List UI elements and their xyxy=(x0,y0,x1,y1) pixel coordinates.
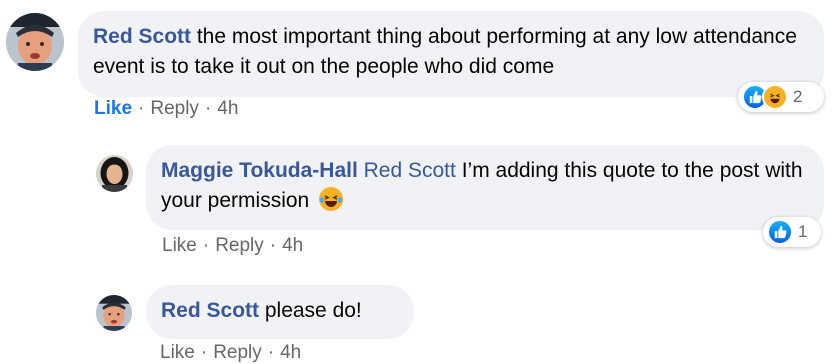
separator: · xyxy=(200,342,208,363)
haha-icon xyxy=(762,84,788,110)
like-button[interactable]: Like xyxy=(162,235,197,256)
comment-bubble: Maggie Tokuda-Hall Red Scott I’m adding … xyxy=(146,145,824,230)
comment-author[interactable]: Red Scott xyxy=(93,25,191,48)
avatar-red-scott[interactable] xyxy=(96,295,132,331)
comment-actions: Like · Reply · 4h xyxy=(94,98,238,120)
reply-button[interactable]: Reply xyxy=(213,342,262,363)
comment-actions: Like · Reply · 4h xyxy=(162,235,303,257)
separator: · xyxy=(267,342,275,363)
mention-link[interactable]: Red Scott xyxy=(364,159,456,182)
reaction-count: 2 xyxy=(793,87,803,106)
avatar-image xyxy=(96,155,133,192)
reaction-summary[interactable]: 2 xyxy=(738,82,824,112)
timestamp[interactable]: 4h xyxy=(280,342,301,363)
reaction-summary[interactable]: 1 xyxy=(763,217,821,247)
avatar-image xyxy=(6,13,64,71)
comment-text: the most important thing about performin… xyxy=(93,25,797,78)
avatar-image xyxy=(96,295,132,331)
separator: · xyxy=(269,235,277,256)
reply-button[interactable]: Reply xyxy=(215,235,264,256)
reaction-count: 1 xyxy=(798,222,808,241)
timestamp[interactable]: 4h xyxy=(217,98,238,119)
comment-bubble: Red Scott please do! xyxy=(146,285,414,339)
reply-button[interactable]: Reply xyxy=(150,98,199,119)
comment-author[interactable]: Red Scott xyxy=(161,299,259,322)
tears-of-joy-emoji xyxy=(319,187,344,211)
like-button[interactable]: Like xyxy=(94,98,132,119)
separator: · xyxy=(204,98,212,119)
like-icon xyxy=(767,219,793,245)
like-button[interactable]: Like xyxy=(160,342,195,363)
comment-bubble: Red Scott the most important thing about… xyxy=(78,11,824,97)
avatar-red-scott[interactable] xyxy=(6,13,64,71)
comment-author[interactable]: Maggie Tokuda-Hall xyxy=(161,159,358,182)
separator: · xyxy=(202,235,210,256)
comment-text: please do! xyxy=(259,299,362,322)
timestamp[interactable]: 4h xyxy=(282,235,303,256)
avatar-maggie-tokuda-hall[interactable] xyxy=(96,155,133,192)
comment-actions: Like · Reply · 4h xyxy=(160,342,301,364)
separator: · xyxy=(138,98,145,119)
